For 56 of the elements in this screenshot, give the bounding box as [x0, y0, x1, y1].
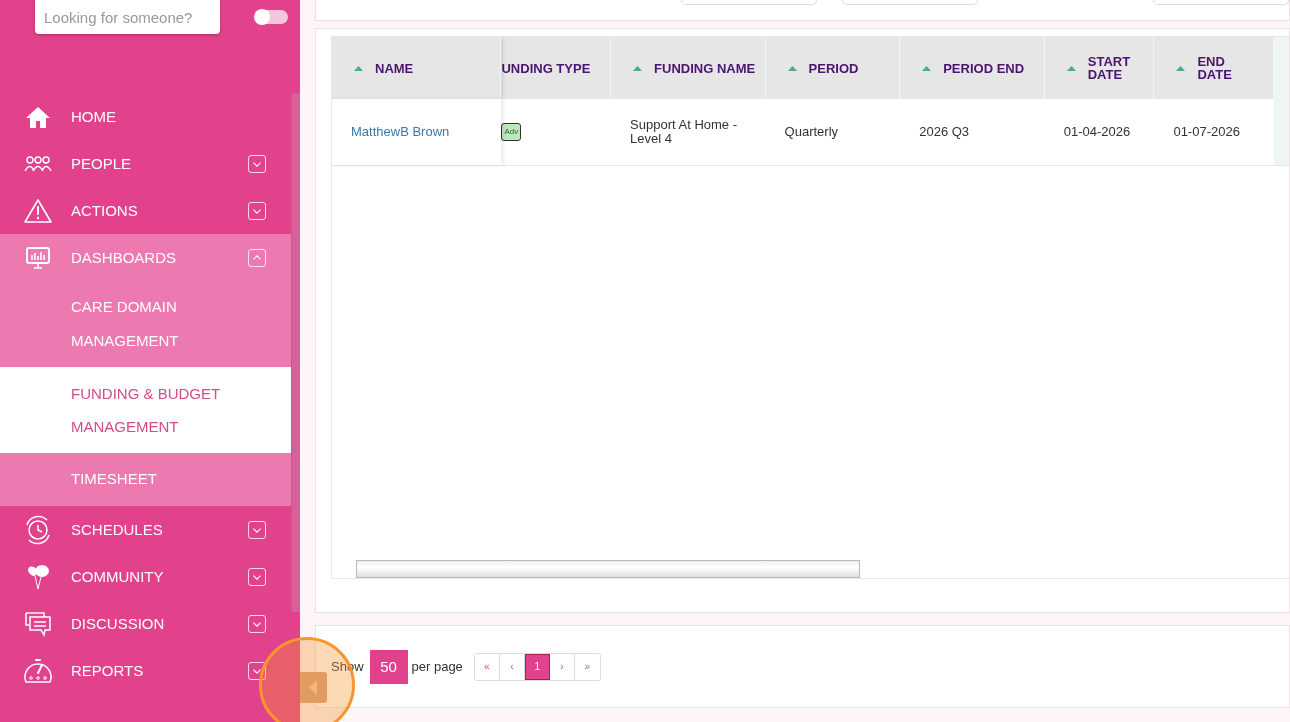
person-link[interactable]: MatthewB Brown — [351, 125, 450, 139]
warning-icon — [23, 197, 53, 224]
table-cell-text: Support At Home - Level 4 — [630, 118, 739, 146]
nav-label: COMMUNITY — [71, 568, 165, 585]
nav-item[interactable]: DASHBOARDS — [0, 234, 291, 281]
expand-chevron-icon[interactable] — [248, 154, 266, 173]
column-header[interactable]: UNDING TYPE — [501, 37, 612, 99]
table-cell: 01-04-2026 — [1063, 125, 1131, 139]
per-page-label: per page — [411, 659, 463, 674]
search-field[interactable]: Looking for someone? — [35, 0, 220, 34]
toggle-switch[interactable] — [255, 10, 288, 24]
page-button[interactable]: 1 — [524, 653, 550, 680]
table-cell: 01-07-2026 — [1173, 125, 1240, 139]
caret-left-icon — [309, 680, 317, 695]
expand-chevron-icon[interactable] — [248, 567, 266, 586]
column-header[interactable]: NAME — [332, 37, 502, 99]
nav-subitem[interactable]: TIMESHEET — [0, 453, 291, 506]
expand-chevron-icon[interactable] — [248, 614, 266, 633]
column-header[interactable]: PERIOD — [765, 37, 901, 99]
clock-icon — [23, 514, 53, 545]
nav-label: DISCUSSION — [71, 615, 166, 632]
nav-label: ACTIONS — [71, 202, 139, 219]
nav-item[interactable]: PEOPLE — [0, 140, 291, 187]
nav-item[interactable]: SCHEDULES — [0, 506, 291, 553]
page-button[interactable]: « — [474, 653, 500, 680]
nav-item[interactable]: HOME — [0, 93, 291, 140]
table-cell: 2026 Q3 — [919, 125, 970, 139]
nav-subitem[interactable]: FUNDING & BUDGET MANAGEMENT — [0, 367, 291, 453]
nav-item[interactable]: REPORTS — [0, 647, 291, 694]
nav-label: SCHEDULES — [71, 521, 164, 538]
people-icon — [24, 153, 52, 174]
expand-chevron-icon[interactable] — [248, 661, 266, 680]
nav-item[interactable]: DISCUSSION — [0, 600, 291, 647]
home-icon — [25, 104, 51, 129]
nav-label: HOME — [71, 108, 117, 125]
table-cell: Quarterly — [784, 125, 839, 139]
table-cell — [1274, 99, 1289, 165]
nav-subitem[interactable]: CARE DOMAIN MANAGEMENT — [0, 281, 291, 367]
nav-label: DASHBOARDS — [71, 249, 178, 266]
nav-item[interactable]: COMMUNITY — [0, 553, 291, 600]
scrollbar[interactable] — [291, 93, 300, 612]
nav-item[interactable]: ACTIONS — [0, 187, 291, 234]
monitor-icon — [25, 245, 51, 270]
funding-type-tag: Adv — [501, 123, 522, 141]
horizontal-scrollbar[interactable] — [356, 560, 860, 578]
nav-label: REPORTS — [71, 662, 145, 679]
chat-icon — [23, 609, 53, 638]
sidebar-collapse-button[interactable] — [300, 672, 327, 703]
per-page-select[interactable]: 50 — [369, 649, 408, 684]
column-header[interactable]: PERIOD END — [900, 37, 1045, 99]
column-header[interactable]: FUNDING NAME — [611, 37, 766, 99]
nav-label: PEOPLE — [71, 155, 133, 172]
expand-chevron-icon[interactable] — [248, 520, 266, 539]
collapse-chevron-icon[interactable] — [248, 248, 266, 267]
expand-chevron-icon[interactable] — [248, 201, 266, 220]
column-header[interactable]: START DATE — [1044, 37, 1155, 99]
